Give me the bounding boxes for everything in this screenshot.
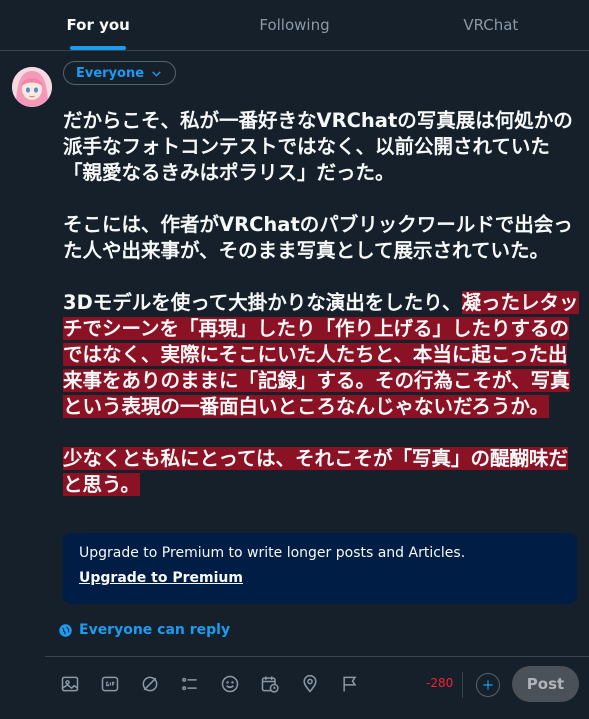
active-tab-indicator <box>70 46 127 50</box>
location-button[interactable] <box>298 667 322 701</box>
reply-setting-button[interactable]: Everyone can reply <box>58 622 230 638</box>
image-icon <box>61 676 79 692</box>
post-text-editor[interactable]: だからこそ、私が一番好きなVRChatの写真展は何処かの派手なフォトコンテストで… <box>63 108 581 524</box>
plus-icon <box>483 680 493 690</box>
emoji-icon <box>221 675 239 693</box>
reply-setting-label: Everyone can reply <box>79 622 231 638</box>
add-post-button[interactable] <box>476 673 500 697</box>
post-paragraph: だからこそ、私が一番好きなVRChatの写真展は何処かの派手なフォトコンテストで… <box>63 108 581 186</box>
tab-vrchat[interactable]: VRChat <box>393 0 589 50</box>
tab-for-you[interactable]: For you <box>0 0 196 50</box>
schedule-button[interactable] <box>258 667 282 701</box>
tab-label: VRChat <box>463 16 519 34</box>
poll-icon <box>182 677 197 691</box>
emoji-button[interactable] <box>218 667 242 701</box>
gif-icon <box>101 676 119 692</box>
post-paragraph: 3Dモデルを使って大掛かりな演出をしたり、凝ったレタッチでシーンを「再現」したり… <box>63 290 581 420</box>
upgrade-premium-link[interactable]: Upgrade to Premium <box>79 570 243 586</box>
tab-following[interactable]: Following <box>196 0 392 50</box>
paragraph-text: 3Dモデルを使って大掛かりな演出をしたり、 <box>63 291 462 314</box>
poll-button[interactable] <box>178 667 202 701</box>
avatar[interactable] <box>12 67 52 107</box>
paragraph-text: だからこそ、私が一番好きなVRChatの写真展は何処かの派手なフォトコンテストで… <box>63 109 573 184</box>
over-limit-highlight: 少なくとも私にとっては、それこそが「写真」の醍醐味だと思う。 <box>63 447 569 496</box>
location-icon <box>303 674 317 693</box>
tab-label: For you <box>66 16 130 34</box>
avatar-image <box>12 67 52 107</box>
tag-button[interactable] <box>338 667 362 701</box>
paragraph-text: そこには、作者がVRChatのパブリックワールドで出会った人や出来事が、そのまま… <box>63 213 573 262</box>
globe-icon <box>59 623 72 637</box>
gif-button[interactable] <box>98 667 122 701</box>
grok-icon <box>142 676 158 692</box>
flag-icon <box>343 676 357 692</box>
audience-label: Everyone <box>76 65 145 81</box>
toolbar-separator <box>462 672 463 698</box>
upsell-message: Upgrade to Premium to write longer posts… <box>79 545 466 561</box>
premium-upsell-box: Upgrade to Premium to write longer posts… <box>63 533 577 604</box>
post-button[interactable]: Post <box>512 666 579 702</box>
schedule-icon <box>261 676 279 693</box>
character-counter: -280 <box>426 676 454 690</box>
grok-button[interactable] <box>138 667 162 701</box>
timeline-tabs: For you Following VRChat <box>0 0 589 51</box>
post-paragraph: そこには、作者がVRChatのパブリックワールドで出会った人や出来事が、そのまま… <box>63 212 581 264</box>
compose-view: For you Following VRChat Everyone だからこそ、… <box>0 0 589 719</box>
tab-label: Following <box>259 16 330 34</box>
media-button[interactable] <box>58 667 82 701</box>
post-paragraph: 少なくとも私にとっては、それこそが「写真」の醍醐味だと思う。 <box>63 446 581 498</box>
composer-toolbar <box>58 667 362 701</box>
chevron-down-icon <box>152 70 161 77</box>
audience-selector[interactable]: Everyone <box>63 61 177 85</box>
toolbar-divider <box>45 656 589 657</box>
